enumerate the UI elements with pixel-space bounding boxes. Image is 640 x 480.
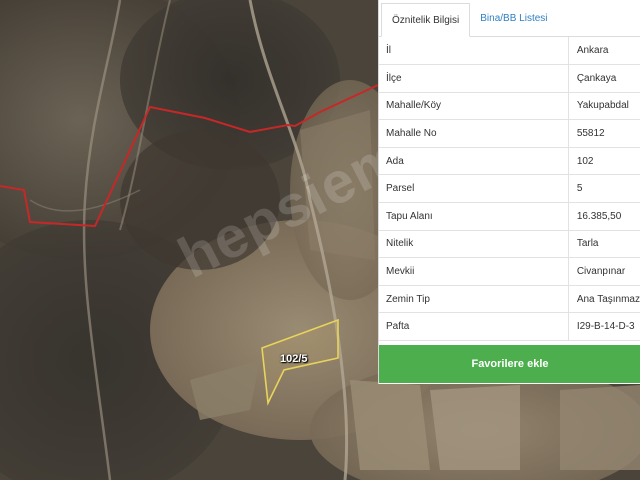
table-row: Parsel 5 [379,174,640,204]
add-to-favorites-button[interactable]: Favorilere ekle [379,345,640,383]
table-row: Ada 102 [379,147,640,176]
attr-value: 102 [567,147,640,176]
panel-tabs: Öznitelik Bilgisi Bina/BB Listesi [379,0,640,37]
attr-value: Yakupabdal [567,92,640,121]
attr-value: 55812 [567,119,640,148]
attr-key: Ada [379,147,569,176]
table-row: Tapu Alanı 16.385,50 [379,202,640,231]
attr-key: İlçe [379,64,569,93]
attr-value: 5 [567,174,640,204]
attr-key: Mahalle/Köy [379,92,569,121]
attr-value: Civanpınar [567,257,640,286]
attr-key: Nitelik [379,230,569,259]
attr-key: Tapu Alanı [379,202,569,231]
tab-building-list[interactable]: Bina/BB Listesi [470,2,557,36]
attr-value: Ankara [567,37,640,66]
parcel-label: 102/5 [280,353,308,365]
tab-attribute-info[interactable]: Öznitelik Bilgisi [381,3,471,37]
table-row: Mevkii Civanpınar [379,257,640,286]
attr-key: Pafta [379,312,569,342]
table-row: Mahalle No 55812 [379,119,640,148]
attribute-table: İl Ankara İlçe Çankaya Mahalle/Köy Yakup… [379,37,640,342]
table-row: İl Ankara [379,37,640,66]
attribute-panel: Öznitelik Bilgisi Bina/BB Listesi İl Ank… [378,0,640,384]
attr-value: Çankaya [567,64,640,93]
attr-value: Ana Taşınmaz [567,285,640,314]
attr-value: 16.385,50 [567,202,640,231]
attr-key: Zemin Tip [379,285,569,314]
attr-key: Parsel [379,174,569,204]
table-row: Zemin Tip Ana Taşınmaz [379,285,640,314]
attr-key: Mahalle No [379,119,569,148]
table-row: Nitelik Tarla [379,230,640,259]
attr-key: Mevkii [379,257,569,286]
table-row: Pafta I29-B-14-D-3 [379,312,640,342]
table-row: Mahalle/Köy Yakupabdal [379,92,640,121]
attr-key: İl [379,37,569,66]
attr-value: I29-B-14-D-3 [567,312,640,342]
table-row: İlçe Çankaya [379,64,640,93]
attr-value: Tarla [567,230,640,259]
